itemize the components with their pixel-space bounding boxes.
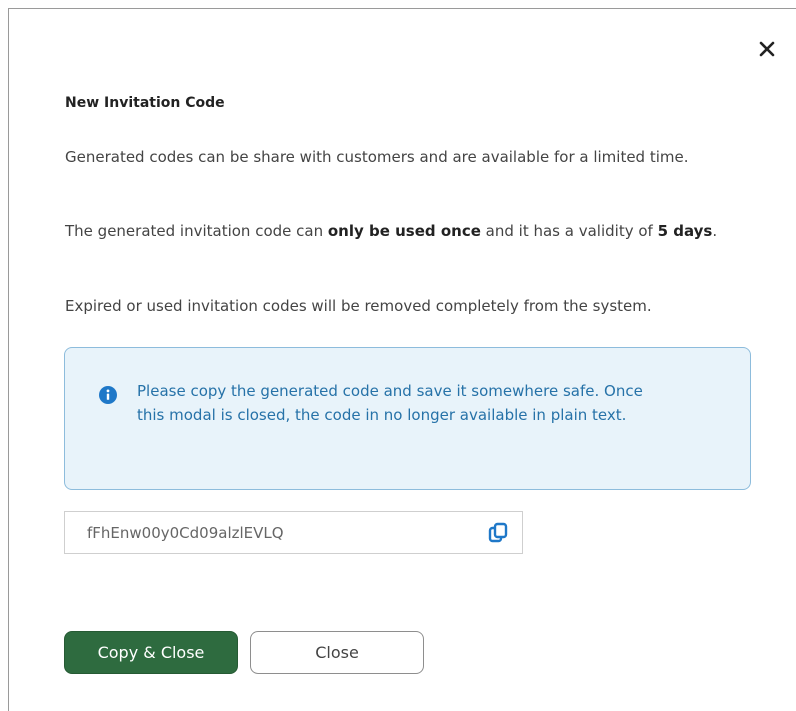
copy-icon[interactable] bbox=[488, 522, 508, 544]
description-paragraph-1: Generated codes can be share with custom… bbox=[65, 148, 689, 166]
info-icon bbox=[99, 386, 117, 404]
close-button[interactable]: Close bbox=[250, 631, 424, 674]
description-paragraph-2: The generated invitation code can only b… bbox=[65, 219, 755, 243]
paragraph-2-text-before: The generated invitation code can bbox=[65, 222, 328, 240]
invitation-code-field[interactable]: fFhEnw00y0Cd09alzlEVLQ bbox=[64, 511, 523, 554]
paragraph-2-emphasis-validity: 5 days bbox=[657, 222, 713, 240]
copy-and-close-button[interactable]: Copy & Close bbox=[64, 631, 238, 674]
close-icon[interactable] bbox=[755, 37, 779, 61]
close-icon-glyph bbox=[759, 41, 775, 57]
paragraph-2-text-end: . bbox=[712, 222, 718, 240]
invitation-code-value[interactable]: fFhEnw00y0Cd09alzlEVLQ bbox=[87, 524, 284, 542]
invitation-code-modal: New Invitation Code Generated codes can … bbox=[8, 8, 796, 711]
paragraph-2-text-middle: and it has a validity of bbox=[480, 222, 658, 240]
info-alert-text: Please copy the generated code and save … bbox=[137, 382, 643, 424]
info-alert: Please copy the generated code and save … bbox=[64, 347, 751, 490]
modal-title: New Invitation Code bbox=[65, 95, 225, 111]
description-paragraph-3: Expired or used invitation codes will be… bbox=[65, 297, 652, 315]
paragraph-2-emphasis-once: only be used once bbox=[327, 222, 481, 240]
